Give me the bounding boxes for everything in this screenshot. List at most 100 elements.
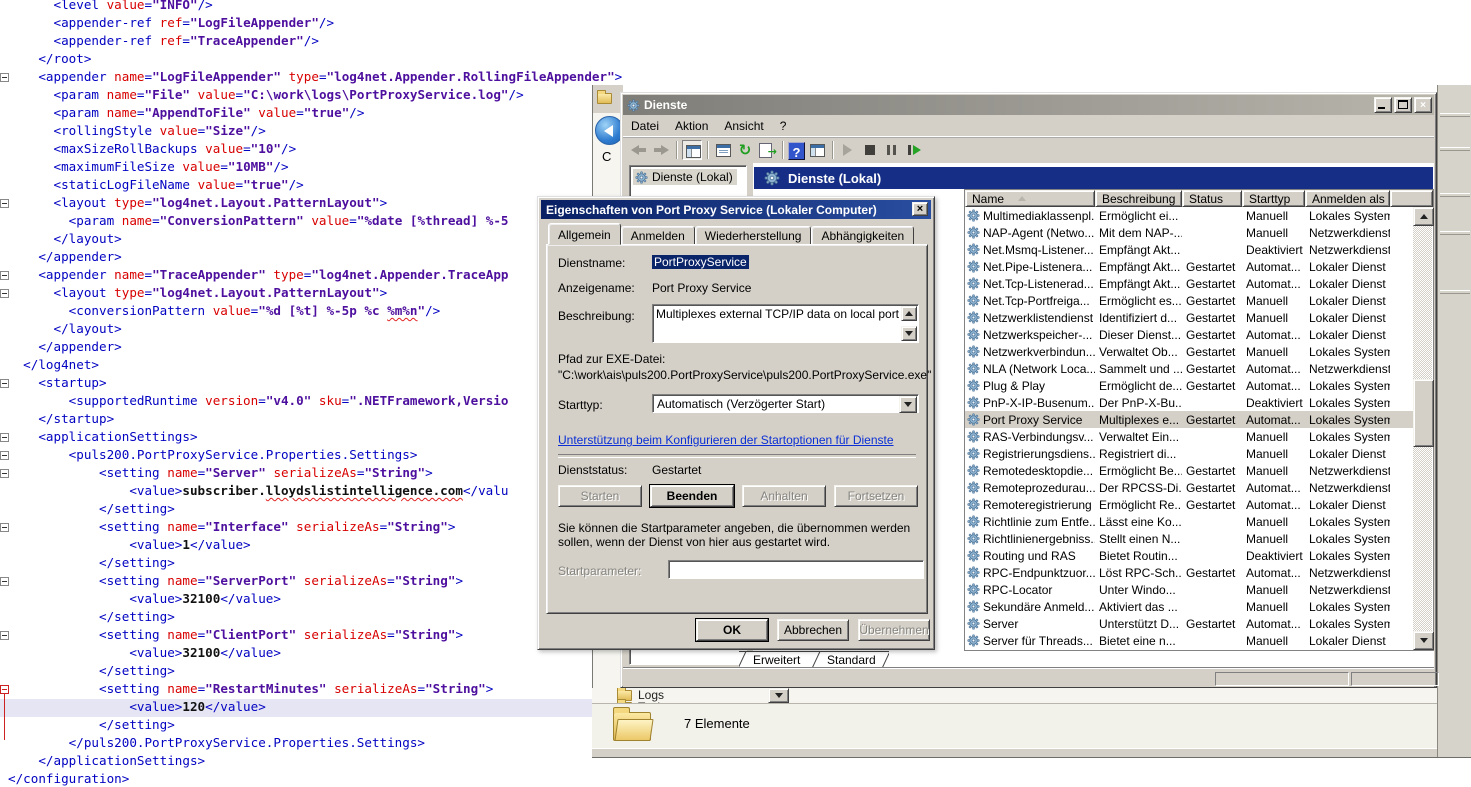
services-window-titlebar[interactable]: Dienste × [623, 95, 1434, 115]
scrollbar-thumb[interactable] [1413, 379, 1434, 447]
fold-marker[interactable] [0, 433, 9, 442]
refresh-icon[interactable]: ↻ [735, 140, 755, 160]
tab-allgemein[interactable]: Allgemein [548, 223, 621, 245]
column-header-anmeldenals[interactable]: Anmelden als [1305, 190, 1390, 207]
table-row[interactable]: Remotedesktopdie...Ermöglicht Be...Gesta… [965, 462, 1413, 479]
fold-marker[interactable] [0, 199, 9, 208]
show-console-tree-icon[interactable] [682, 140, 702, 160]
service-anmelden-cell: Lokales System [1305, 396, 1390, 410]
scroll-up-button[interactable] [1413, 207, 1434, 226]
column-header-status[interactable]: Status [1182, 190, 1242, 207]
startoptionen-link[interactable]: Unterstützung beim Konfigurieren der Sta… [558, 433, 894, 447]
table-row[interactable]: NetzwerklistendienstIdentifiziert d...Ge… [965, 309, 1413, 326]
service-name: Net.Pipe-Listenera... [983, 260, 1092, 274]
services-banner: Dienste (Lokal) [754, 167, 1433, 189]
table-row[interactable]: Net.Tcp-Listenerad...Empfängt Akt...Gest… [965, 275, 1413, 292]
scroll-down-button[interactable] [901, 326, 917, 341]
tab-standard[interactable]: Standard [827, 653, 876, 667]
close-button[interactable]: × [1414, 97, 1432, 113]
code-line: </configuration> [0, 771, 1471, 787]
fold-marker[interactable] [0, 289, 9, 298]
ok-button[interactable]: OK [696, 619, 768, 641]
maximize-button[interactable] [1394, 97, 1412, 113]
abbrechen-button[interactable]: Abbrechen [777, 619, 849, 641]
table-row[interactable]: Netzwerkspeicher-...Dieser Dienst...Gest… [965, 326, 1413, 343]
table-row[interactable]: Remoteprozedurau...Der RPCSS-Di...Gestar… [965, 479, 1413, 496]
fold-marker-changed[interactable] [0, 685, 9, 694]
tab-erweitert[interactable]: Erweitert [753, 653, 800, 667]
table-row[interactable]: Server für Threads...Bietet eine n...Man… [965, 632, 1413, 649]
table-row[interactable]: Richtlinienergebniss...Stellt einen N...… [965, 530, 1413, 547]
restart-service-icon[interactable] [904, 140, 924, 160]
table-row[interactable]: Netzwerkverbindun...Verwaltet Ob...Gesta… [965, 343, 1413, 360]
code-line: <level value="INFO"/> [0, 0, 1471, 15]
beschreibung-textbox[interactable]: Multiplexes external TCP/IP data on loca… [652, 304, 919, 343]
table-row[interactable]: RPC-LocatorUnter Windo...ManuellNetzwerk… [965, 581, 1413, 598]
scroll-down-button[interactable] [1413, 631, 1434, 650]
table-row[interactable]: ServerUnterstützt D...GestartetAutomat..… [965, 615, 1413, 632]
column-header-beschreibung[interactable]: Beschreibung [1095, 190, 1182, 207]
fold-marker[interactable] [0, 577, 9, 586]
back-icon[interactable] [629, 140, 649, 160]
column-header-name[interactable]: Name [965, 190, 1095, 207]
minimize-button[interactable] [1374, 97, 1392, 113]
beenden-button[interactable]: Beenden [650, 485, 734, 507]
stop-service-icon[interactable] [860, 140, 880, 160]
starttyp-label: Starttyp: [558, 398, 603, 412]
properties-icon[interactable] [713, 140, 733, 160]
menu-item-aktion[interactable]: Aktion [667, 117, 716, 135]
chevron-down-icon[interactable] [899, 396, 917, 413]
table-row[interactable]: Routing und RASBietet Routin...Deaktivie… [965, 547, 1413, 564]
service-name-cell: PnP-X-IP-Busenum... [965, 396, 1095, 410]
table-row[interactable]: Port Proxy ServiceMultiplexes e...Gestar… [965, 411, 1413, 428]
dropdown-button[interactable] [768, 688, 789, 703]
extended-view-icon[interactable] [807, 140, 827, 160]
fold-marker[interactable] [0, 631, 9, 640]
table-row[interactable]: RPC-Endpunktzuor...Löst RPC-Sch...Gestar… [965, 564, 1413, 581]
vertical-scrollbar[interactable] [1413, 207, 1432, 650]
table-row[interactable]: NAP-Agent (Netwo...Mit dem NAP-...Manuel… [965, 224, 1413, 241]
dialog-titlebar[interactable]: Eigenschaften von Port Proxy Service (Lo… [541, 200, 931, 219]
forward-icon[interactable] [651, 140, 671, 160]
tab-anmelden[interactable]: Anmelden [621, 226, 695, 245]
table-row[interactable]: Net.Pipe-Listenera...Empfängt Akt...Gest… [965, 258, 1413, 275]
table-row[interactable]: Multimediaklassenpl...Ermöglicht ei...Ma… [965, 207, 1413, 224]
help-icon[interactable]: ? [788, 142, 805, 160]
service-gear-icon [967, 362, 980, 375]
fold-marker[interactable] [0, 469, 9, 478]
service-name-cell: Remotedesktopdie... [965, 464, 1095, 478]
table-row[interactable]: PnP-X-IP-Busenum...Der PnP-X-Bu...Deakti… [965, 394, 1413, 411]
close-icon[interactable]: × [912, 202, 928, 216]
pause-service-icon[interactable] [882, 140, 902, 160]
table-row[interactable]: RemoteregistrierungErmöglicht Re...Gesta… [965, 496, 1413, 513]
service-desc-cell: Identifiziert d... [1095, 311, 1182, 325]
table-row[interactable]: Registrierungsdiens...Registriert di...M… [965, 445, 1413, 462]
service-gear-icon [967, 226, 980, 239]
tree-item-dienste-lokal[interactable]: Dienste (Lokal) [633, 169, 737, 185]
table-row[interactable]: Sekundäre Anmeld...Aktiviert das ...Manu… [965, 598, 1413, 615]
table-row[interactable]: NLA (Network Loca...Sammelt und ...Gesta… [965, 360, 1413, 377]
fold-marker[interactable] [0, 523, 9, 532]
starttyp-combobox[interactable]: Automatisch (Verzögerter Start) [652, 394, 919, 413]
fold-marker[interactable] [0, 379, 9, 388]
service-name: Richtlinie zum Entfe... [983, 515, 1095, 529]
menu-item-ansicht[interactable]: Ansicht [716, 117, 771, 135]
fold-marker[interactable] [0, 451, 9, 460]
table-row[interactable]: Richtlinie zum Entfe...Lässt eine Ko...M… [965, 513, 1413, 530]
fold-marker[interactable] [0, 271, 9, 280]
tab-abhngigkeiten[interactable]: Abhängigkeiten [811, 226, 914, 245]
startparameter-input[interactable] [668, 560, 924, 579]
menu-item-[interactable]: ? [772, 117, 795, 135]
tab-wiederherstellung[interactable]: Wiederherstellung [695, 226, 812, 245]
scroll-up-button[interactable] [901, 306, 917, 321]
table-row[interactable]: Net.Tcp-Portfreiga...Ermöglicht es...Ges… [965, 292, 1413, 309]
export-list-icon[interactable]: → [757, 140, 777, 160]
fold-marker[interactable] [0, 73, 9, 82]
table-row[interactable]: RAS-Verbindungsv...Verwaltet Ein...Manue… [965, 428, 1413, 445]
column-header-starttyp[interactable]: Starttyp [1242, 190, 1305, 207]
menu-item-datei[interactable]: Datei [623, 117, 667, 135]
table-row[interactable]: Plug & PlayErmöglicht de...GestartetAuto… [965, 377, 1413, 394]
start-service-icon[interactable] [838, 140, 858, 160]
table-row[interactable]: Net.Msmq-Listener...Empfängt Akt...Deakt… [965, 241, 1413, 258]
service-name-cell: Netzwerklistendienst [965, 311, 1095, 325]
